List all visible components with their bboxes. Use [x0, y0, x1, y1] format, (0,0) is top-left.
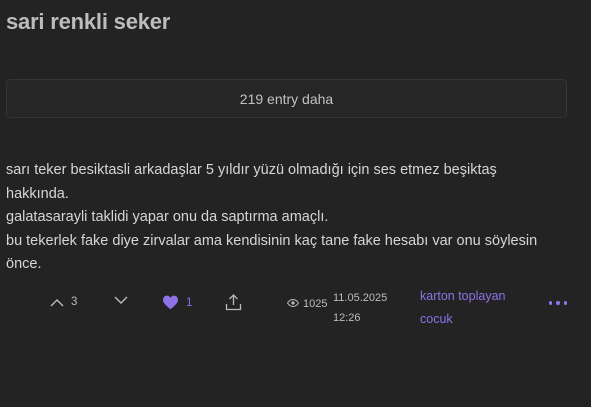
favorite-button[interactable]: 1: [162, 295, 192, 310]
more-dots-icon[interactable]: [549, 296, 567, 310]
upvote-count: 3: [71, 296, 78, 308]
entry-line: bu tekerlek fake diye zirvalar ama kendi…: [6, 232, 538, 273]
menu-dot: [563, 301, 567, 305]
menu-dot: [549, 301, 553, 305]
share-icon: [225, 294, 242, 311]
entry-footer: 3 1 1025 11.05.2025 12:26 karton toplaya…: [0, 286, 591, 336]
author-name-line: cocuk: [420, 311, 453, 326]
topic-title[interactable]: sari renkli seker: [6, 9, 170, 35]
menu-dot: [556, 301, 560, 305]
upvote-button[interactable]: 3: [50, 296, 77, 308]
entry-author-link[interactable]: karton toplayan cocuk: [420, 285, 540, 330]
favorite-count: 1: [186, 296, 193, 309]
downvote-button[interactable]: [114, 296, 128, 305]
author-name-line: karton toplayan: [420, 289, 506, 303]
entry-line: sarı teker besiktasli arkadaşlar 5 yıldı…: [6, 162, 497, 202]
entry-date[interactable]: 11.05.2025 12:26: [333, 288, 387, 328]
more-entries-button[interactable]: 219 entry daha: [6, 79, 567, 118]
view-count: 1025: [286, 298, 328, 310]
more-entries-label: 219 entry daha: [239, 90, 334, 107]
eye-icon: [286, 298, 300, 310]
heart-icon: [162, 295, 179, 310]
share-button[interactable]: [225, 294, 242, 311]
chevron-up-icon: [50, 298, 64, 307]
entry-line: galatasarayli taklidi yapar onu da saptı…: [6, 209, 329, 225]
view-count-value: 1025: [303, 298, 328, 310]
entry-date-time: 12:26: [333, 312, 361, 324]
entry-date-day: 11.05.2025: [333, 292, 388, 304]
chevron-down-icon: [114, 296, 128, 305]
entry-content: sarı teker besiktasli arkadaşlar 5 yıldı…: [6, 159, 546, 277]
